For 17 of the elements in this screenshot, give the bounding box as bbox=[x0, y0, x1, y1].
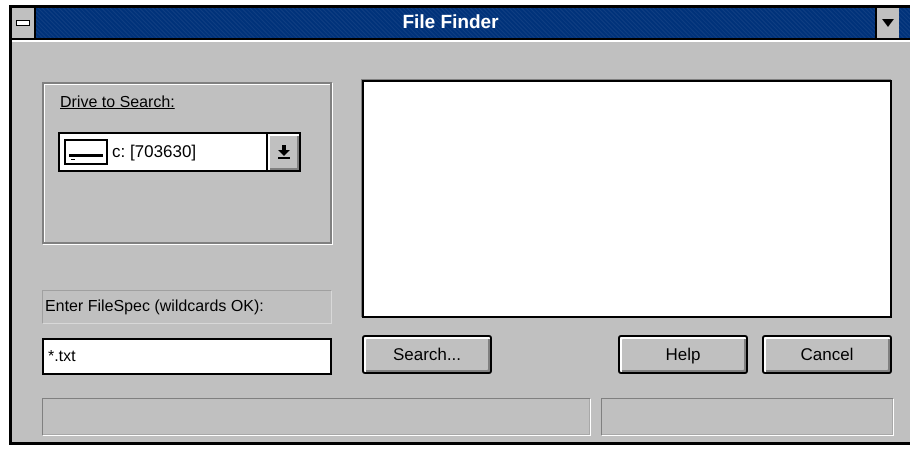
drive-icon bbox=[64, 139, 108, 165]
filespec-input[interactable]: *.txt bbox=[42, 338, 332, 375]
down-arrow-icon bbox=[278, 145, 290, 159]
dialog-button[interactable]: Cancel bbox=[762, 335, 892, 374]
results-list[interactable] bbox=[362, 80, 892, 318]
dropdown-button[interactable] bbox=[875, 8, 899, 38]
system-menu-button[interactable] bbox=[12, 8, 36, 38]
minus-icon bbox=[16, 20, 30, 26]
dialog-button[interactable]: Help bbox=[618, 335, 748, 374]
drive-select[interactable]: c: [703630] bbox=[58, 132, 301, 172]
filespec-label: Enter FileSpec (wildcards OK): bbox=[42, 290, 332, 324]
down-arrow-icon bbox=[882, 19, 894, 27]
drive-value: c: [703630] bbox=[112, 142, 198, 162]
window-title: File Finder bbox=[401, 11, 500, 35]
search-button[interactable]: Search... bbox=[362, 335, 492, 374]
group-label: Drive to Search: bbox=[58, 94, 177, 112]
dropdown-button[interactable] bbox=[266, 134, 299, 170]
